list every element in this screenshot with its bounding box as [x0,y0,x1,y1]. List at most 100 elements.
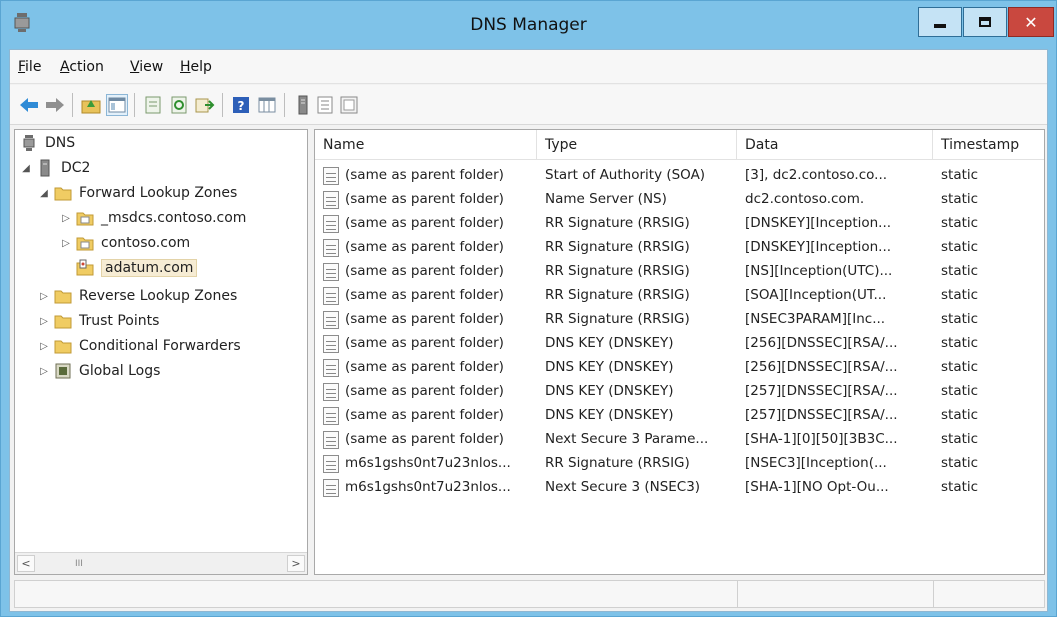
menu-file[interactable]: File [18,59,41,75]
cell-data: [SHA-1][NO Opt-Ou... [745,479,889,495]
collapse-icon[interactable]: ◢ [37,188,51,199]
folder-icon [54,315,72,329]
menu-help-accelerator: H [180,59,191,75]
column-header-name[interactable]: Name [315,130,537,160]
cell-data: [SHA-1][0][50][3B3C... [745,431,898,447]
forward-button[interactable] [44,94,66,116]
collapse-icon[interactable]: ◢ [19,163,33,174]
console-tree: DNS ◢ DC2 ◢ Forward Lookup Zones ▷ _msdc… [14,129,308,575]
cell-data: [256][DNSSEC][RSA/... [745,359,898,375]
table-row[interactable]: (same as parent folder) DNS KEY (DNSKEY) [… [315,332,1044,356]
menu-help[interactable]: Help [180,59,212,75]
show-tree-button[interactable] [106,94,128,116]
expand-icon[interactable]: ▷ [37,341,51,352]
dns-record-icon [323,239,339,257]
table-row[interactable]: (same as parent folder) RR Signature (RRS… [315,284,1044,308]
tree-node-forward-lookup-zones[interactable]: ◢ Forward Lookup Zones [37,182,237,204]
menu-view-accelerator: V [130,59,140,75]
toolbar-separator [222,93,223,117]
properties-button[interactable] [142,94,164,116]
tree-horizontal-scrollbar[interactable]: < III > [15,552,307,574]
tree-node-msdcs-zone[interactable]: ▷ _msdcs.contoso.com [59,207,246,229]
up-level-button[interactable] [80,94,102,116]
dns-record-icon [323,335,339,353]
grid-icon [258,97,276,113]
client-area: File Action View Help ? DNS ◢ DC2 ◢ Forw… [9,49,1048,612]
expand-icon[interactable]: ▷ [37,366,51,377]
table-row[interactable]: (same as parent folder) RR Signature (RRS… [315,308,1044,332]
menu-action[interactable]: Action [60,59,104,75]
tree-node-conditional-forwarders[interactable]: ▷ Conditional Forwarders [37,335,241,357]
table-row[interactable]: (same as parent folder) RR Signature (RRS… [315,236,1044,260]
list-button[interactable] [314,94,336,116]
table-row[interactable]: (same as parent folder) RR Signature (RRS… [315,260,1044,284]
cell-timestamp: static [941,455,979,471]
cell-data: [NSEC3PARAM][Inc... [745,311,886,327]
table-row[interactable]: m6s1gshs0nt7u23nlos... RR Signature (RRSI… [315,452,1044,476]
maximize-button[interactable] [963,7,1007,37]
tree-node-global-logs[interactable]: ▷ Global Logs [37,360,160,382]
column-header-timestamp[interactable]: Timestamp [933,130,1044,160]
tree-label-msdcs-zone: _msdcs.contoso.com [101,210,247,226]
tree-label-adatum-zone: adatum.com [101,259,198,277]
records-button[interactable] [338,94,360,116]
cell-type: DNS KEY (DNSKEY) [545,335,674,351]
tree-label-trust-points: Trust Points [79,313,160,329]
help-button[interactable]: ? [230,94,252,116]
server-button[interactable] [292,94,314,116]
menu-file-label: ile [25,59,42,75]
dns-record-icon [323,383,339,401]
table-row[interactable]: (same as parent folder) Name Server (NS) d… [315,188,1044,212]
expand-icon[interactable]: ▷ [59,213,73,224]
table-row[interactable]: (same as parent folder) DNS KEY (DNSKEY) [… [315,380,1044,404]
menu-view[interactable]: View [130,59,163,75]
table-row[interactable]: m6s1gshs0nt7u23nlos... Next Secure 3 (NSE… [315,476,1044,500]
column-header-data[interactable]: Data [737,130,933,160]
maximize-icon [979,17,991,27]
table-row[interactable]: (same as parent folder) DNS KEY (DNSKEY) [… [315,356,1044,380]
cell-timestamp: static [941,407,979,423]
dns-record-icon [323,479,339,497]
scroll-right-button[interactable]: > [287,555,305,572]
expand-icon[interactable]: ▷ [37,291,51,302]
scroll-thumb[interactable]: III [75,559,83,569]
tree-node-adatum-zone[interactable]: adatum.com [73,257,198,279]
tree-node-contoso-zone[interactable]: ▷ contoso.com [59,232,190,254]
export-list-button[interactable] [194,94,216,116]
minimize-button[interactable] [918,7,962,37]
toolbar-separator [134,93,135,117]
back-button[interactable] [18,94,40,116]
table-row[interactable]: (same as parent folder) RR Signature (RRS… [315,212,1044,236]
close-button[interactable]: ✕ [1008,7,1054,37]
tree-node-dc2[interactable]: ◢ DC2 [19,157,90,179]
title-bar[interactable]: DNS Manager ✕ [1,1,1056,49]
records-icon [340,96,358,114]
tree-node-reverse-lookup-zones[interactable]: ▷ Reverse Lookup Zones [37,285,237,307]
dns-record-icon [323,167,339,185]
server-icon [298,95,308,115]
log-icon [55,363,71,379]
refresh-button[interactable] [168,94,190,116]
table-row[interactable]: (same as parent folder) Next Secure 3 Par… [315,428,1044,452]
cell-data: dc2.contoso.com. [745,191,865,207]
table-row[interactable]: (same as parent folder) DNS KEY (DNSKEY) [… [315,404,1044,428]
tree-node-dns[interactable]: DNS [17,132,75,154]
expand-icon[interactable]: ▷ [37,316,51,327]
column-header-type[interactable]: Type [537,130,737,160]
tree-node-trust-points[interactable]: ▷ Trust Points [37,310,159,332]
secured-zone-icon [76,259,94,276]
folder-icon [54,290,72,304]
menu-file-accelerator: F [18,59,26,75]
expand-icon[interactable]: ▷ [59,238,73,249]
toolbar-separator [284,93,285,117]
dns-record-icon [323,215,339,233]
scroll-left-button[interactable]: < [17,555,35,572]
grid-button[interactable] [256,94,278,116]
cell-timestamp: static [941,383,979,399]
chevron-right-icon: > [291,557,301,570]
table-row[interactable]: (same as parent folder) Start of Authorit… [315,164,1044,188]
toolbar: ? [10,85,1047,125]
dns-record-icon [323,359,339,377]
status-bar [14,580,1045,608]
folder-icon [54,187,72,201]
